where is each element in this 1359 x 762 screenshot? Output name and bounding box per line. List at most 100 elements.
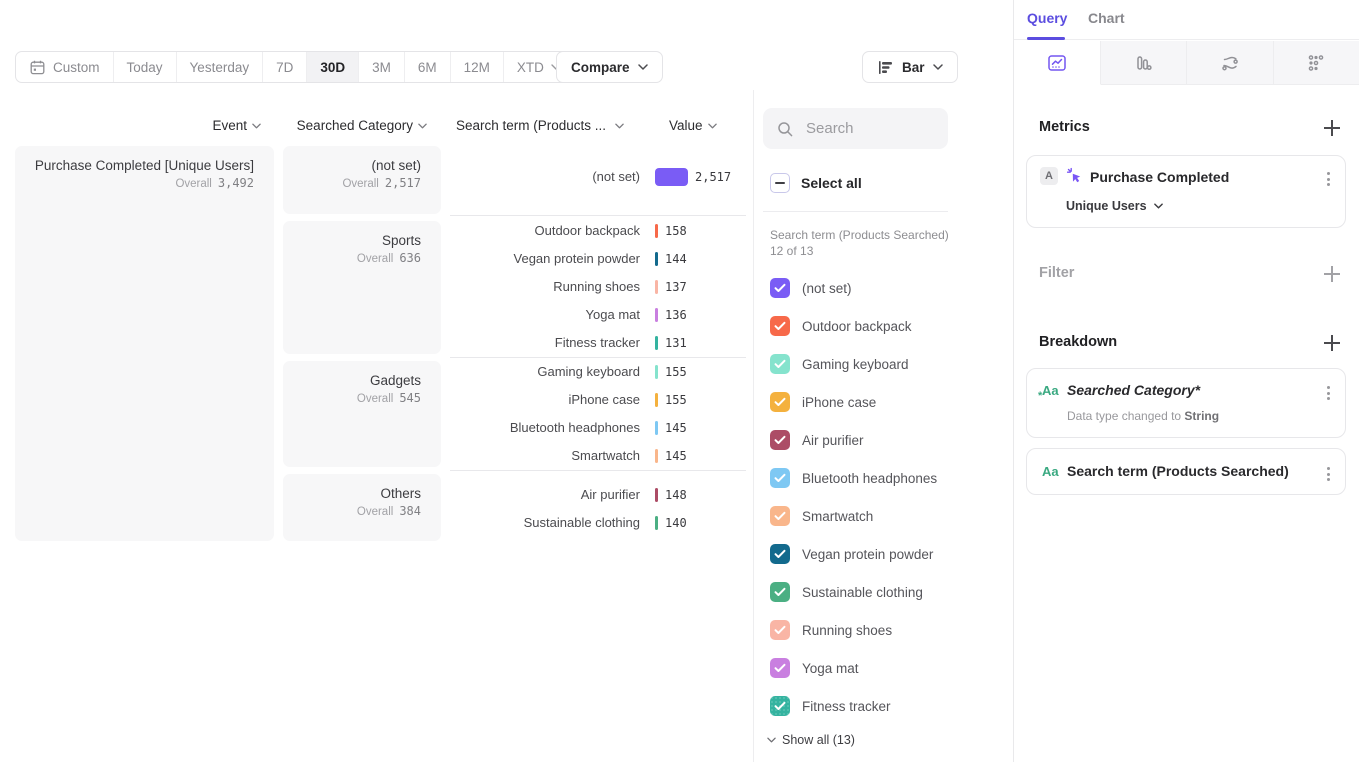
- add-metric-button[interactable]: [1324, 120, 1340, 136]
- series-checkbox[interactable]: [770, 696, 790, 716]
- tab-insights[interactable]: [1014, 41, 1101, 85]
- string-property-icon: Aa*: [1042, 383, 1059, 398]
- series-checkbox[interactable]: [770, 658, 790, 678]
- breakdown-menu-button[interactable]: [1324, 464, 1333, 484]
- search-input[interactable]: [804, 119, 938, 138]
- legend-item-label: Vegan protein powder: [802, 547, 933, 562]
- date-range-today[interactable]: Today: [114, 52, 177, 82]
- series-checkbox[interactable]: [770, 468, 790, 488]
- chevron-down-icon: [933, 64, 943, 70]
- value-text: 2,517: [695, 163, 731, 191]
- string-property-icon: Aa: [1042, 464, 1059, 479]
- category-overall-value: 384: [399, 504, 421, 518]
- legend-item[interactable]: (not set): [770, 278, 852, 298]
- analysis-type-tabs: [1014, 41, 1359, 85]
- breakdown-card-searched-category[interactable]: Aa* Searched Category* Data type changed…: [1026, 368, 1346, 438]
- check-icon: [774, 587, 786, 597]
- query-panel-tabs: Query Chart: [1014, 0, 1359, 40]
- tab-chart[interactable]: Chart: [1088, 10, 1125, 26]
- overall-label: Overall: [357, 506, 393, 518]
- table-row: (not set)2,517: [450, 163, 746, 191]
- breakdown-card-search-term[interactable]: Aa Search term (Products Searched): [1026, 448, 1346, 495]
- series-checkbox[interactable]: [770, 316, 790, 336]
- search-term-label: Sustainable clothing: [450, 509, 640, 537]
- check-icon: [774, 511, 786, 521]
- series-checkbox[interactable]: [770, 544, 790, 564]
- legend-item[interactable]: Vegan protein powder: [770, 544, 933, 564]
- date-range-custom[interactable]: Custom: [16, 52, 114, 82]
- column-header-searched-category-label: Searched Category: [297, 118, 413, 133]
- show-all-button[interactable]: Show all (13): [767, 733, 855, 747]
- check-icon: [774, 359, 786, 369]
- value-text: 131: [665, 329, 687, 357]
- legend-item[interactable]: iPhone case: [770, 392, 876, 412]
- value-bar: [655, 393, 658, 407]
- date-range-3m[interactable]: 3M: [359, 52, 405, 82]
- date-range-12m[interactable]: 12M: [451, 52, 504, 82]
- series-checkbox[interactable]: [770, 430, 790, 450]
- add-filter-button[interactable]: [1324, 266, 1340, 282]
- metric-menu-button[interactable]: [1324, 169, 1333, 189]
- check-icon: [774, 549, 786, 559]
- column-header-searched-category[interactable]: Searched Category: [283, 117, 441, 134]
- category-cell: Others Overall 384: [283, 474, 441, 541]
- breakdown-menu-button[interactable]: [1324, 383, 1333, 403]
- tab-funnels[interactable]: [1101, 41, 1188, 84]
- date-range-group: CustomTodayYesterday7D30D3M6M12MXTD: [15, 51, 575, 83]
- search-term-label: Vegan protein powder: [450, 245, 640, 273]
- value-text: 136: [665, 301, 687, 329]
- metric-card[interactable]: A Purchase Completed Unique Users: [1026, 155, 1346, 228]
- legend-item[interactable]: Air purifier: [770, 430, 864, 450]
- date-range-6m[interactable]: 6M: [405, 52, 451, 82]
- category-name: Others: [380, 485, 421, 503]
- date-range-yesterday[interactable]: Yesterday: [177, 52, 264, 82]
- select-all-checkbox[interactable]: [770, 173, 790, 193]
- group-separator: [450, 357, 746, 358]
- legend-item[interactable]: Running shoes: [770, 620, 892, 640]
- tab-query[interactable]: Query: [1027, 10, 1067, 26]
- select-all-row[interactable]: Select all: [770, 173, 862, 193]
- column-header-search-term[interactable]: Search term (Products ...: [456, 117, 624, 134]
- category-cell: (not set)Overall2,517: [283, 146, 441, 214]
- value-text: 145: [665, 442, 687, 470]
- table-row: Air purifier148: [450, 481, 746, 509]
- legend-item[interactable]: Outdoor backpack: [770, 316, 912, 336]
- table-row: Vegan protein powder144: [450, 245, 746, 273]
- event-name: Purchase Completed [Unique Users]: [35, 157, 254, 175]
- date-range-30d[interactable]: 30D: [307, 52, 359, 82]
- table-row: Running shoes137: [450, 273, 746, 301]
- series-checkbox[interactable]: [770, 392, 790, 412]
- select-all-label: Select all: [801, 175, 862, 191]
- column-header-value[interactable]: Value: [669, 117, 717, 134]
- legend-item[interactable]: Bluetooth headphones: [770, 468, 937, 488]
- measurement-dropdown[interactable]: Unique Users: [1066, 199, 1163, 213]
- search-term-label: Running shoes: [450, 273, 640, 301]
- add-breakdown-button[interactable]: [1324, 335, 1340, 351]
- series-checkbox[interactable]: [770, 506, 790, 526]
- chart-type-button[interactable]: Bar: [862, 51, 958, 83]
- tab-retention[interactable]: [1274, 41, 1359, 84]
- legend-item[interactable]: Smartwatch: [770, 506, 873, 526]
- tab-flows[interactable]: [1187, 41, 1274, 84]
- legend-item-label: Running shoes: [802, 623, 892, 638]
- series-checkbox[interactable]: [770, 582, 790, 602]
- value-bar: [655, 449, 658, 463]
- series-checkbox[interactable]: [770, 354, 790, 374]
- series-checkbox[interactable]: [770, 278, 790, 298]
- value-text: 158: [665, 217, 687, 245]
- column-header-event[interactable]: Event: [15, 117, 274, 134]
- compare-button[interactable]: Compare: [556, 51, 663, 83]
- legend-item-label: (not set): [802, 281, 852, 296]
- date-range-7d[interactable]: 7D: [263, 52, 307, 82]
- legend-item[interactable]: Sustainable clothing: [770, 582, 923, 602]
- search-term-label: Outdoor backpack: [450, 217, 640, 245]
- chart-type-label: Bar: [902, 60, 925, 75]
- group-separator: [450, 470, 746, 471]
- legend-item[interactable]: Fitness tracker: [770, 696, 891, 716]
- legend-item[interactable]: Yoga mat: [770, 658, 859, 678]
- check-icon: [774, 701, 786, 711]
- legend-search: [763, 108, 948, 149]
- metric-name: Purchase Completed: [1090, 169, 1229, 185]
- series-checkbox[interactable]: [770, 620, 790, 640]
- legend-item[interactable]: Gaming keyboard: [770, 354, 909, 374]
